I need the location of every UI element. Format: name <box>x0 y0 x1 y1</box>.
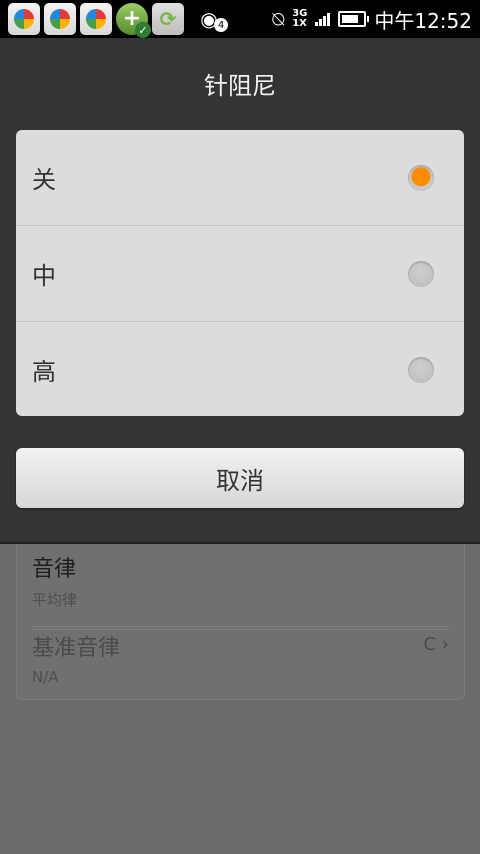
base-temperament-value: N/A <box>32 668 59 686</box>
clock: 中午12:52 <box>374 8 472 33</box>
install-complete-notification-icon[interactable]: + ✓ <box>116 3 151 38</box>
chat-notification-icon[interactable]: ◉ 4 <box>194 4 228 34</box>
network-type: 3G 1X <box>292 8 308 29</box>
system-icons: ⍉ 3G 1X 中午12:52 <box>272 5 480 34</box>
radio-button[interactable] <box>408 356 434 383</box>
option-label: 高 <box>32 358 56 386</box>
battery-icon <box>338 11 370 27</box>
chevron-right-icon: › <box>441 634 449 655</box>
temperament-title: 音律 <box>32 557 77 582</box>
app-store-notification-icon[interactable] <box>80 3 112 35</box>
settings-card: 音律 平均律 基准音律 N/A C › <box>16 520 465 700</box>
option-label: 中 <box>32 262 56 290</box>
temperament-row[interactable]: 音律 平均律 <box>32 551 449 610</box>
option-medium[interactable]: 中 <box>16 226 464 322</box>
option-high[interactable]: 高 <box>16 322 464 416</box>
radio-button-selected[interactable] <box>408 164 434 191</box>
status-bar: + ✓ ⟳ ◉ 4 ⍉ 3G 1X 中午12:52 <box>0 0 480 38</box>
base-temperament-title: 基准音律 <box>32 636 121 661</box>
base-temperament-key: C › <box>423 634 449 655</box>
notification-icons: + ✓ ⟳ ◉ 4 <box>0 3 228 38</box>
temperament-value: 平均律 <box>32 591 78 609</box>
app-store-notification-icon[interactable] <box>8 3 40 35</box>
option-label: 关 <box>32 166 56 194</box>
vibrate-off-icon: ⍉ <box>272 7 285 31</box>
pin-damping-dialog: 针阻尼 关 中 高 取消 <box>0 38 480 544</box>
cancel-button[interactable]: 取消 <box>16 448 464 508</box>
chat-badge: 4 <box>214 18 228 32</box>
base-temperament-row[interactable]: 基准音律 N/A C › <box>32 629 449 686</box>
divider <box>32 626 449 627</box>
dialog-title: 针阻尼 <box>204 72 276 100</box>
android-update-notification-icon[interactable]: ⟳ <box>152 3 184 35</box>
app-store-notification-icon[interactable] <box>44 3 76 35</box>
option-off[interactable]: 关 <box>16 130 464 226</box>
radio-button[interactable] <box>408 260 434 287</box>
signal-icon <box>315 12 331 26</box>
options-list: 关 中 高 <box>16 130 464 416</box>
